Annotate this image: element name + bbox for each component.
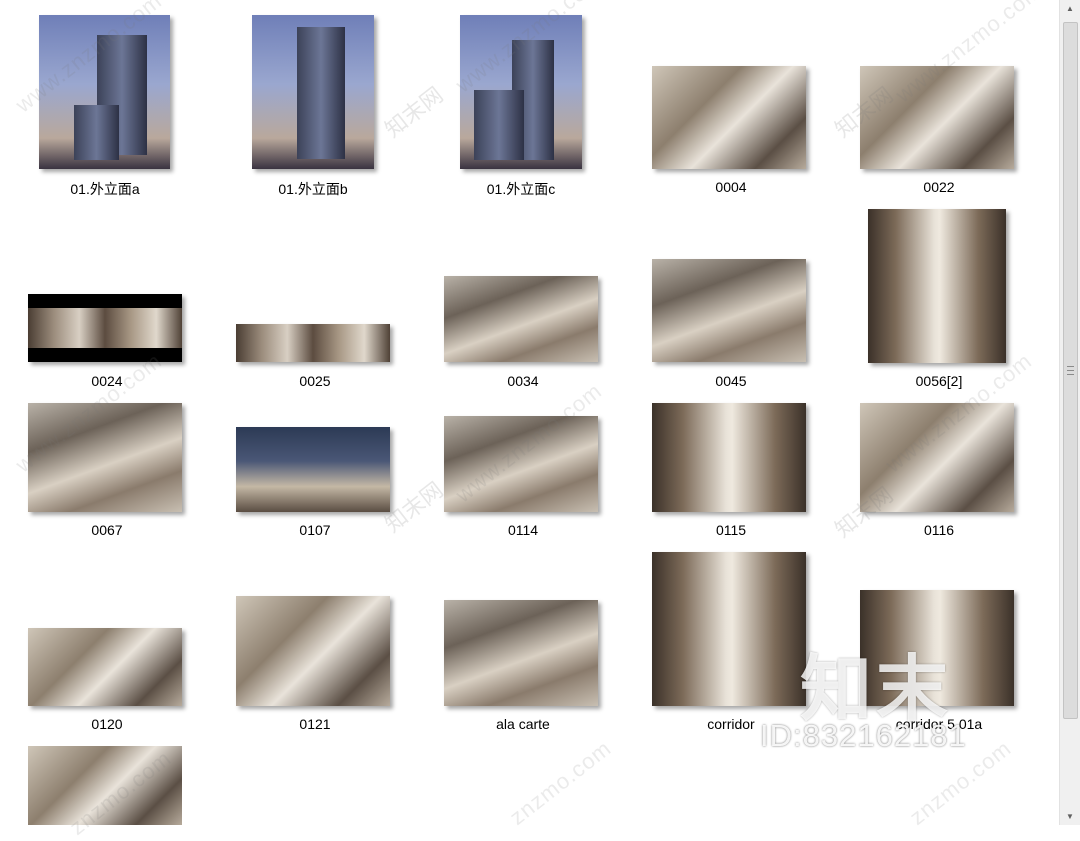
- thumbnail-image[interactable]: [444, 276, 598, 362]
- thumbnail-image[interactable]: [652, 66, 806, 169]
- file-label[interactable]: corridor 5.01a: [859, 716, 1019, 732]
- thumbnail-image[interactable]: [252, 15, 374, 169]
- thumbnail-image[interactable]: [652, 259, 806, 362]
- thumbnail-image[interactable]: [236, 324, 390, 362]
- thumbnail-image[interactable]: [860, 403, 1014, 512]
- thumbnail-image[interactable]: [444, 600, 598, 706]
- thumbnail-image[interactable]: [868, 209, 1006, 363]
- thumbnail-image[interactable]: [28, 746, 182, 825]
- file-label[interactable]: 01.外立面a: [25, 179, 185, 199]
- file-label[interactable]: corridor: [651, 716, 811, 732]
- file-label[interactable]: ala carte: [443, 716, 603, 732]
- scroll-up-arrow-icon[interactable]: ▲: [1060, 0, 1080, 17]
- thumbnail-grid: 01.外立面a 01.外立面b 01.外立面c 0004 0022 0024 0…: [0, 0, 1060, 825]
- thumbnail-image[interactable]: [236, 427, 390, 512]
- file-label[interactable]: 0025: [235, 373, 395, 389]
- file-label[interactable]: 0107: [235, 522, 395, 538]
- file-label[interactable]: 0120: [27, 716, 187, 732]
- thumbnail-image[interactable]: [28, 403, 182, 512]
- thumbnail-image[interactable]: [236, 596, 390, 706]
- vertical-scrollbar[interactable]: ▲ ▼: [1059, 0, 1080, 825]
- thumbnail-image[interactable]: [444, 416, 598, 512]
- file-label[interactable]: 0045: [651, 373, 811, 389]
- file-label[interactable]: 0067: [27, 522, 187, 538]
- file-label[interactable]: 0115: [651, 522, 811, 538]
- file-label[interactable]: 0056[2]: [859, 373, 1019, 389]
- thumbnail-image[interactable]: [28, 628, 182, 706]
- thumbnail-image[interactable]: [860, 590, 1014, 706]
- file-label[interactable]: 01.外立面c: [441, 179, 601, 199]
- thumbnail-image[interactable]: [460, 15, 582, 169]
- thumbnail-image[interactable]: [652, 403, 806, 512]
- file-label[interactable]: 0116: [859, 522, 1019, 538]
- file-label[interactable]: 0024: [27, 373, 187, 389]
- file-label[interactable]: 01.外立面b: [233, 179, 393, 199]
- file-label[interactable]: 0022: [859, 179, 1019, 195]
- thumbnail-image[interactable]: [860, 66, 1014, 169]
- file-label[interactable]: 0121: [235, 716, 395, 732]
- file-label[interactable]: 0114: [443, 522, 603, 538]
- scrollbar-thumb[interactable]: [1063, 22, 1078, 719]
- scroll-down-arrow-icon[interactable]: ▼: [1060, 808, 1080, 825]
- thumbnail-image[interactable]: [28, 294, 182, 362]
- grip-icon: [1067, 366, 1074, 375]
- thumbnail-image[interactable]: [652, 552, 806, 706]
- file-label[interactable]: 0034: [443, 373, 603, 389]
- file-label[interactable]: 0004: [651, 179, 811, 195]
- thumbnail-image[interactable]: [39, 15, 170, 169]
